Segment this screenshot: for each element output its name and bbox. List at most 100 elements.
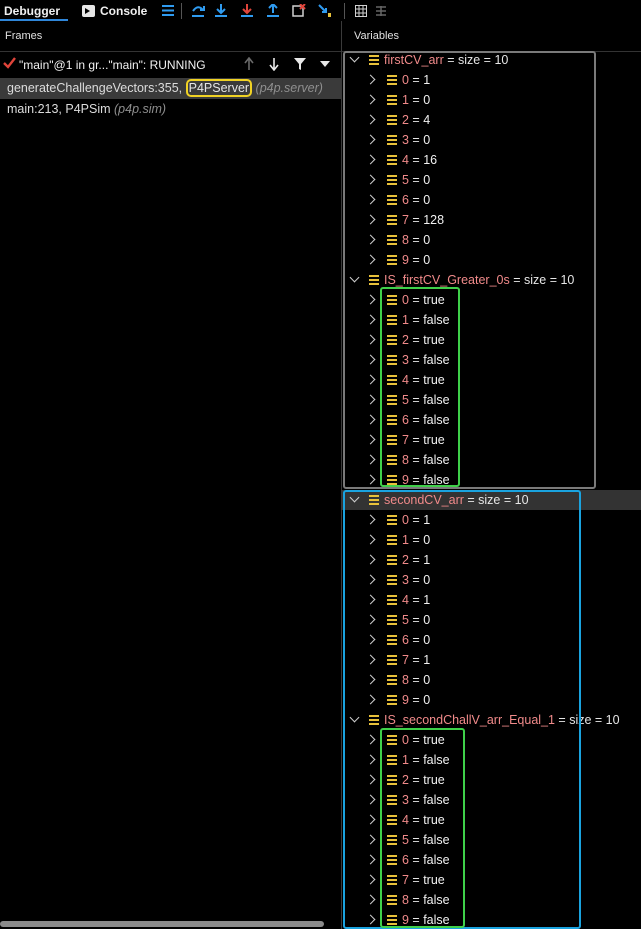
variable-item-row[interactable]: 5 = false [342, 830, 641, 850]
variable-item-row[interactable]: 4 = true [342, 810, 641, 830]
chevron-right-icon[interactable] [365, 74, 376, 85]
variable-item-row[interactable]: 0 = true [342, 730, 641, 750]
variable-item-row[interactable]: 5 = 0 [342, 610, 641, 630]
variable-item-row[interactable]: 2 = true [342, 330, 641, 350]
variable-item-row[interactable]: 6 = 0 [342, 630, 641, 650]
variable-item-row[interactable]: 2 = true [342, 770, 641, 790]
chevron-down-icon[interactable] [320, 61, 330, 67]
chevron-right-icon[interactable] [365, 854, 376, 865]
variable-item-row[interactable]: 0 = 1 [342, 70, 641, 90]
chevron-right-icon[interactable] [365, 674, 376, 685]
drop-frame-icon[interactable] [286, 0, 312, 21]
chevron-right-icon[interactable] [365, 174, 376, 185]
chevron-right-icon[interactable] [365, 874, 376, 885]
chevron-right-icon[interactable] [365, 114, 376, 125]
chevron-right-icon[interactable] [365, 614, 376, 625]
chevron-right-icon[interactable] [365, 154, 376, 165]
variable-item-row[interactable]: 8 = false [342, 890, 641, 910]
tab-console[interactable]: Console [70, 0, 147, 21]
chevron-right-icon[interactable] [365, 134, 376, 145]
table-view-icon[interactable] [371, 0, 391, 21]
arrow-up-icon[interactable] [243, 57, 255, 71]
step-out-icon[interactable] [260, 0, 286, 21]
frame-item[interactable]: main:213, P4PSim (p4p.sim) [0, 99, 341, 120]
chevron-right-icon[interactable] [365, 354, 376, 365]
chevron-right-icon[interactable] [365, 94, 376, 105]
chevron-right-icon[interactable] [365, 514, 376, 525]
variable-item-row[interactable]: 4 = 16 [342, 150, 641, 170]
variable-item-row[interactable]: 9 = false [342, 470, 641, 490]
chevron-right-icon[interactable] [365, 314, 376, 325]
run-to-cursor-icon[interactable] [312, 0, 338, 21]
variable-item-row[interactable]: 6 = false [342, 850, 641, 870]
chevron-right-icon[interactable] [365, 894, 376, 905]
variable-item-row[interactable]: 8 = false [342, 450, 641, 470]
chevron-down-icon[interactable] [349, 52, 360, 63]
chevron-right-icon[interactable] [365, 834, 376, 845]
variable-item-row[interactable]: 7 = 1 [342, 650, 641, 670]
chevron-right-icon[interactable] [365, 634, 376, 645]
evaluate-expression-icon[interactable] [351, 0, 371, 21]
variable-item-row[interactable]: 1 = false [342, 310, 641, 330]
step-over-icon[interactable] [188, 0, 208, 21]
variable-item-row[interactable]: 9 = 0 [342, 690, 641, 710]
variable-group-row[interactable]: secondCV_arr = size = 10 [342, 490, 641, 510]
variable-item-row[interactable]: 7 = true [342, 870, 641, 890]
variable-item-row[interactable]: 1 = 0 [342, 530, 641, 550]
variable-item-row[interactable]: 3 = 0 [342, 130, 641, 150]
chevron-right-icon[interactable] [365, 254, 376, 265]
variable-item-row[interactable]: 0 = true [342, 290, 641, 310]
chevron-down-icon[interactable] [349, 712, 360, 723]
chevron-right-icon[interactable] [365, 694, 376, 705]
frames-list-icon[interactable] [161, 0, 175, 21]
chevron-right-icon[interactable] [365, 414, 376, 425]
chevron-right-icon[interactable] [365, 574, 376, 585]
arrow-down-icon[interactable] [268, 57, 280, 71]
variable-item-row[interactable]: 3 = false [342, 790, 641, 810]
variable-item-row[interactable]: 6 = 0 [342, 190, 641, 210]
variable-group-row[interactable]: IS_firstCV_Greater_0s = size = 10 [342, 270, 641, 290]
tab-debugger[interactable]: Debugger [0, 0, 70, 21]
variable-item-row[interactable]: 5 = 0 [342, 170, 641, 190]
variable-item-row[interactable]: 7 = true [342, 430, 641, 450]
chevron-right-icon[interactable] [365, 294, 376, 305]
step-into-icon[interactable] [208, 0, 234, 21]
chevron-down-icon[interactable] [349, 492, 360, 503]
variable-item-row[interactable]: 8 = 0 [342, 670, 641, 690]
chevron-right-icon[interactable] [365, 794, 376, 805]
chevron-right-icon[interactable] [365, 194, 376, 205]
chevron-right-icon[interactable] [365, 814, 376, 825]
chevron-right-icon[interactable] [365, 374, 376, 385]
chevron-down-icon[interactable] [349, 272, 360, 283]
chevron-right-icon[interactable] [365, 774, 376, 785]
chevron-right-icon[interactable] [365, 594, 376, 605]
filter-icon[interactable] [293, 57, 307, 71]
variable-item-row[interactable]: 4 = true [342, 370, 641, 390]
force-step-into-icon[interactable] [234, 0, 260, 21]
variable-group-row[interactable]: firstCV_arr = size = 10 [342, 50, 641, 70]
variable-item-row[interactable]: 2 = 1 [342, 550, 641, 570]
variable-item-row[interactable]: 1 = false [342, 750, 641, 770]
chevron-right-icon[interactable] [365, 534, 376, 545]
chevron-right-icon[interactable] [365, 394, 376, 405]
chevron-right-icon[interactable] [365, 234, 376, 245]
variable-item-row[interactable]: 1 = 0 [342, 90, 641, 110]
frame-item-selected[interactable]: generateChallengeVectors:355, P4PServer … [0, 78, 341, 99]
chevron-right-icon[interactable] [365, 454, 376, 465]
horizontal-scrollbar[interactable] [0, 921, 324, 927]
chevron-right-icon[interactable] [365, 554, 376, 565]
chevron-right-icon[interactable] [365, 734, 376, 745]
chevron-right-icon[interactable] [365, 434, 376, 445]
variable-item-row[interactable]: 9 = false [342, 910, 641, 929]
variable-item-row[interactable]: 6 = false [342, 410, 641, 430]
chevron-right-icon[interactable] [365, 654, 376, 665]
variable-item-row[interactable]: 3 = 0 [342, 570, 641, 590]
chevron-right-icon[interactable] [365, 334, 376, 345]
variable-item-row[interactable]: 5 = false [342, 390, 641, 410]
variable-item-row[interactable]: 2 = 4 [342, 110, 641, 130]
chevron-right-icon[interactable] [365, 214, 376, 225]
variable-item-row[interactable]: 8 = 0 [342, 230, 641, 250]
chevron-right-icon[interactable] [365, 914, 376, 925]
chevron-right-icon[interactable] [365, 474, 376, 485]
variable-item-row[interactable]: 7 = 128 [342, 210, 641, 230]
